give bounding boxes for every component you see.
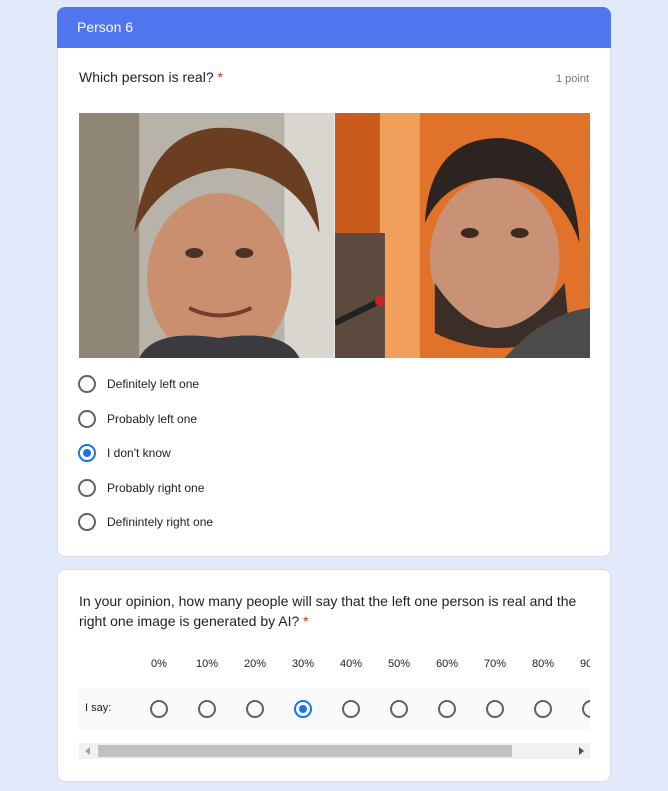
grid-column-header: 90% (579, 658, 590, 670)
grid-column-header: 70% (483, 658, 507, 670)
grid-column-header: 30% (291, 658, 315, 670)
horizontal-scrollbar[interactable] (79, 743, 590, 759)
option-label: Probably right one (107, 480, 205, 495)
grid-radio[interactable] (246, 700, 264, 718)
grid-column-header: 10% (195, 658, 219, 670)
grid-column-header: 80% (531, 658, 555, 670)
radio-button[interactable] (78, 513, 96, 532)
left-face-image (79, 113, 335, 358)
scroll-left-icon[interactable] (85, 747, 90, 755)
radio-button-selected[interactable] (78, 444, 96, 463)
grid-column-header: 20% (243, 658, 267, 670)
grid-column-header: 0% (151, 658, 167, 670)
question-card-real-person: Which person is real? * 1 point Definite… (57, 48, 611, 557)
question-image (79, 113, 590, 358)
question-card-opinion: In your opinion, how many people will sa… (57, 569, 611, 782)
option-definitely-right[interactable]: Definintely right one (78, 505, 213, 540)
row-label: I say: (85, 702, 112, 714)
question-title: In your opinion, how many people will sa… (79, 591, 594, 631)
option-dont-know[interactable]: I don't know (78, 436, 213, 471)
question-points: 1 point (555, 73, 589, 85)
grid-column-headers: 0% 10% 20% 30% 40% 50% 60% 70% 80% 90% (79, 652, 590, 676)
grid-radio[interactable] (342, 700, 360, 718)
scroll-right-icon[interactable] (579, 747, 584, 755)
radio-button[interactable] (78, 478, 96, 497)
section-title: Person 6 (77, 19, 134, 35)
question-title-text: In your opinion, how many people will sa… (79, 593, 577, 629)
radio-button[interactable] (78, 409, 96, 428)
answer-options: Definitely left one Probably left one I … (78, 367, 213, 540)
option-label: Probably left one (107, 411, 198, 426)
grid-row: I say: (79, 688, 590, 730)
grid-radio-selected[interactable] (294, 700, 312, 718)
required-asterisk: * (217, 69, 223, 85)
grid-radio[interactable] (486, 700, 504, 718)
section-header: Person 6 (57, 7, 611, 48)
option-label: Definintely right one (107, 515, 214, 530)
right-face-image (334, 113, 590, 358)
grid-radio[interactable] (534, 700, 552, 718)
grid-radio[interactable] (582, 700, 590, 718)
grid-radio[interactable] (150, 700, 168, 718)
required-asterisk: * (303, 613, 309, 629)
question-title-text: Which person is real? (79, 69, 214, 85)
option-label: I don't know (107, 446, 171, 461)
grid-column-header: 40% (339, 658, 363, 670)
grid-radio[interactable] (438, 700, 456, 718)
option-label: Definitely left one (107, 377, 200, 392)
option-definitely-left[interactable]: Definitely left one (78, 367, 213, 402)
grid-column-header: 60% (435, 658, 459, 670)
question-title: Which person is real? * (79, 69, 223, 85)
grid-column-header: 50% (387, 658, 411, 670)
radio-button[interactable] (78, 375, 96, 394)
scrollbar-thumb[interactable] (98, 745, 512, 757)
option-probably-right[interactable]: Probably right one (78, 471, 213, 506)
choice-grid: 0% 10% 20% 30% 40% 50% 60% 70% 80% 90% I say: (79, 652, 590, 732)
option-probably-left[interactable]: Probably left one (78, 402, 213, 437)
grid-radio[interactable] (198, 700, 216, 718)
grid-radio[interactable] (390, 700, 408, 718)
